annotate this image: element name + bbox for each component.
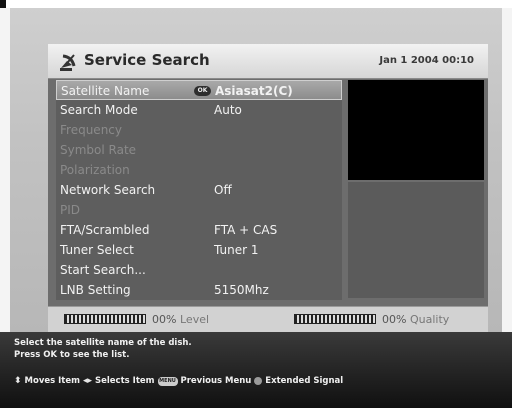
menu-item-satellite-name[interactable]: Satellite Name OK Asiasat2(C): [56, 80, 342, 100]
menu-item-value: 5150Mhz: [214, 283, 269, 297]
menu-item-symbol-rate: Symbol Rate: [56, 140, 342, 160]
info-pane: [348, 182, 484, 298]
up-down-arrow-icon: ⬍: [14, 376, 22, 386]
menu-item-search-mode[interactable]: Search Mode Auto: [56, 100, 342, 120]
menu-item-value: FTA + CAS: [214, 223, 278, 237]
signal-meters: 00% Level 00% Quality: [48, 306, 488, 333]
selects-item-text: Selects Item: [94, 376, 155, 386]
menu-item-value: Auto: [214, 103, 242, 117]
menu-item-label: Satellite Name: [61, 84, 150, 98]
menu-item-pid: PID: [56, 200, 342, 220]
level-percent: 00%: [152, 313, 177, 326]
menu-item-lnb-setting[interactable]: LNB Setting 5150Mhz: [56, 280, 342, 300]
help-bar: Select the satellite name of the dish. P…: [0, 332, 512, 408]
menu-item-label: Network Search: [60, 183, 156, 197]
previous-menu-text: Previous Menu: [180, 376, 252, 386]
ok-key-icon: OK: [194, 86, 211, 96]
help-line-2: Press OK to see the list.: [14, 350, 130, 360]
moves-item-text: Moves Item: [24, 376, 80, 386]
key-legend: ⬍ Moves Item ◂▸ Selects Item MENU Previo…: [14, 376, 343, 387]
menu-item-start-search[interactable]: Start Search...: [56, 260, 342, 280]
video-preview: [348, 80, 484, 180]
quality-label: Quality: [410, 313, 450, 326]
menu-item-frequency: Frequency: [56, 120, 342, 140]
left-right-arrow-icon: ◂▸: [82, 376, 93, 386]
menu-item-label: Search Mode: [60, 103, 138, 117]
menu-item-label: Tuner Select: [60, 243, 134, 257]
settings-menu: Satellite Name OK Asiasat2(C) Search Mod…: [56, 80, 342, 300]
menu-item-label: LNB Setting: [60, 283, 131, 297]
menu-item-label: FTA/Scrambled: [60, 223, 150, 237]
menu-item-label: Polarization: [60, 163, 130, 177]
level-label: Level: [180, 313, 210, 326]
menu-item-value: Asiasat2(C): [215, 84, 293, 98]
top-strip: [0, 0, 512, 8]
page-title: Service Search: [84, 51, 210, 69]
level-bar: [64, 314, 146, 324]
window-header: Service Search Jan 1 2004 00:10: [48, 44, 488, 79]
menu-item-fta-scrambled[interactable]: FTA/Scrambled FTA + CAS: [56, 220, 342, 240]
menu-item-network-search[interactable]: Network Search Off: [56, 180, 342, 200]
menu-item-polarization: Polarization: [56, 160, 342, 180]
satellite-dish-icon: [60, 54, 76, 71]
extended-signal-text: Extended Signal: [265, 376, 344, 386]
menu-item-label: Symbol Rate: [60, 143, 137, 157]
menu-item-tuner-select[interactable]: Tuner Select Tuner 1: [56, 240, 342, 260]
menu-item-label: Start Search...: [60, 263, 146, 277]
menu-item-value: Tuner 1: [214, 243, 259, 257]
menu-key-icon: MENU: [157, 376, 178, 386]
quality-percent: 00%: [382, 313, 407, 326]
corner-mark: [0, 0, 6, 8]
date-time: Jan 1 2004 00:10: [379, 55, 474, 66]
menu-item-value: Off: [214, 183, 232, 197]
help-line-1: Select the satellite name of the dish.: [14, 338, 192, 348]
menu-item-label: Frequency: [60, 123, 122, 137]
menu-item-label: PID: [60, 203, 81, 217]
color-key-icon: [254, 377, 263, 385]
quality-bar: [294, 314, 376, 324]
